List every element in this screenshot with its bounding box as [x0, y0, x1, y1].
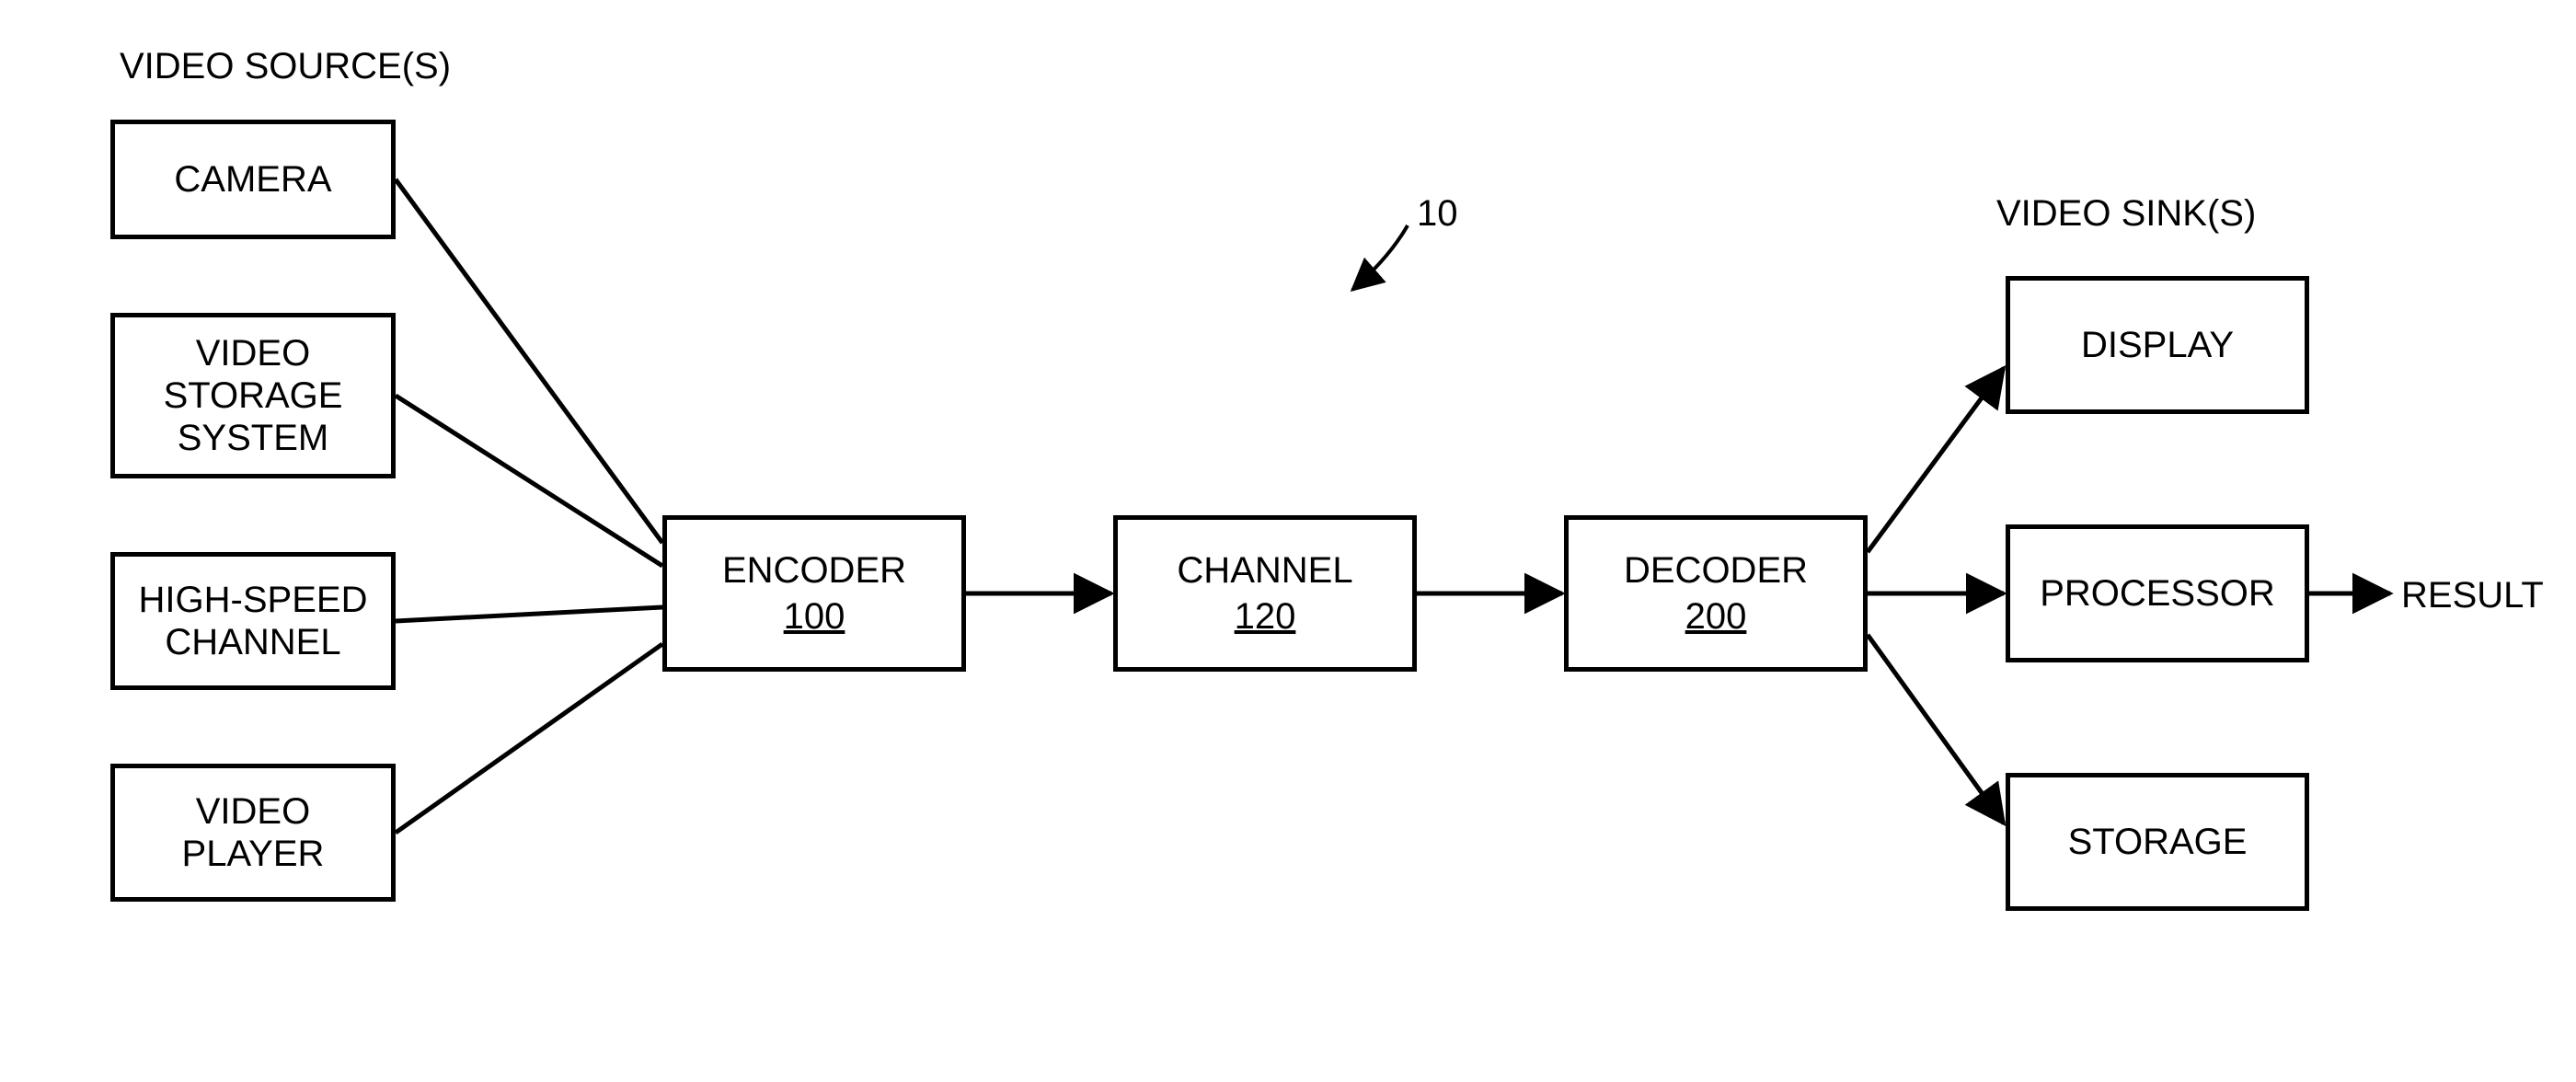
source-vp-l1: VIDEO — [196, 790, 310, 833]
encoder-label: ENCODER — [722, 549, 906, 592]
source-hsc-l1: HIGH-SPEED — [139, 579, 368, 621]
source-camera: CAMERA — [110, 120, 396, 239]
source-video-storage-system: VIDEO STORAGE SYSTEM — [110, 313, 396, 478]
source-high-speed-channel: HIGH-SPEED CHANNEL — [110, 552, 396, 690]
diagram-stage: { "labels": { "sources_header": "VIDEO S… — [0, 0, 2576, 1082]
system-ref-num: 10 — [1417, 193, 1458, 235]
channel-ref: 120 — [1235, 595, 1296, 638]
sink-processor-label: PROCESSOR — [2040, 572, 2275, 615]
source-vp-l2: PLAYER — [182, 833, 325, 875]
channel-label: CHANNEL — [1177, 549, 1352, 592]
sink-storage: STORAGE — [2006, 773, 2309, 911]
encoder-ref: 100 — [784, 595, 845, 638]
sink-display: DISPLAY — [2006, 276, 2309, 414]
source-vss-l1: VIDEO — [196, 332, 310, 374]
source-hsc-l2: CHANNEL — [165, 621, 340, 663]
decoder-ref: 200 — [1685, 595, 1747, 638]
sink-display-label: DISPLAY — [2081, 324, 2234, 366]
decoder-label: DECODER — [1624, 549, 1808, 592]
sink-storage-label: STORAGE — [2068, 821, 2248, 863]
encoder-block: ENCODER 100 — [662, 515, 966, 672]
source-camera-label: CAMERA — [174, 158, 331, 201]
sources-header: VIDEO SOURCE(S) — [120, 46, 451, 87]
sink-processor: PROCESSOR — [2006, 524, 2309, 662]
result-label: RESULT — [2401, 575, 2544, 616]
source-vss-l3: SYSTEM — [178, 417, 328, 459]
sinks-header: VIDEO SINK(S) — [1996, 193, 2256, 235]
channel-block: CHANNEL 120 — [1113, 515, 1417, 672]
source-video-player: VIDEO PLAYER — [110, 764, 396, 902]
decoder-block: DECODER 200 — [1564, 515, 1868, 672]
source-vss-l2: STORAGE — [164, 374, 343, 417]
